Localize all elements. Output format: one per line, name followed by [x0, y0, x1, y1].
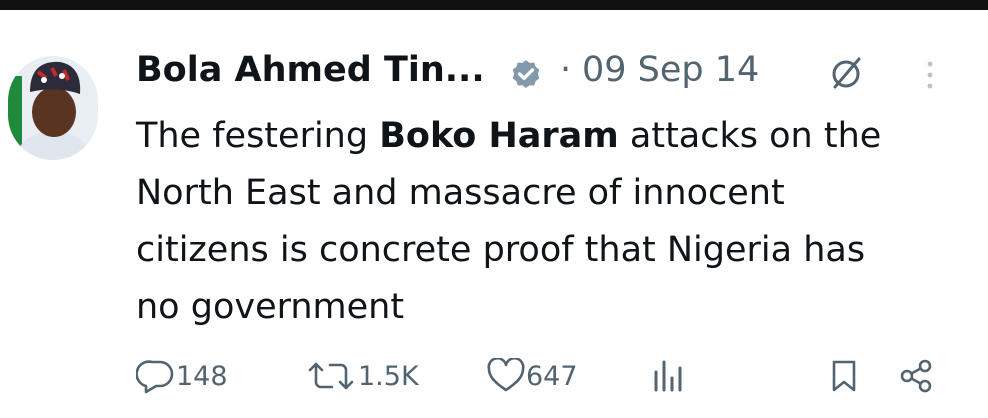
reply-icon — [136, 360, 174, 394]
tweet-line-4: no government — [136, 287, 405, 327]
like-button[interactable]: 647 — [486, 354, 578, 398]
tweet-line-2: North East and massacre of innocent — [136, 173, 785, 213]
views-icon — [654, 360, 682, 392]
verified-badge-icon — [512, 60, 540, 88]
bookmark-icon — [832, 360, 856, 392]
tweet-date[interactable]: 09 Sep 14 — [582, 50, 759, 90]
like-count: 647 — [526, 360, 578, 392]
avatar-image — [8, 56, 98, 160]
repost-icon — [308, 362, 354, 390]
action-bar: 148 1.5K 647 — [0, 354, 988, 398]
repost-count: 1.5K — [358, 360, 419, 392]
tweet-line-1: The festering Boko Haram attacks on the — [136, 108, 976, 165]
hashtag-highlight: Boko Haram — [379, 116, 619, 156]
tweet-text: The festering Boko Haram attacks on the … — [136, 108, 976, 336]
author-name[interactable]: Bola Ahmed Tin... — [136, 50, 485, 90]
repost-button[interactable]: 1.5K — [306, 354, 419, 398]
text-segment: The festering — [136, 116, 380, 156]
bookmark-button[interactable] — [826, 354, 862, 398]
top-edge-bar — [0, 0, 988, 10]
reply-count: 148 — [176, 360, 228, 392]
tweet-header: Bola Ahmed Tin... · 09 Sep 14 — [136, 48, 976, 98]
avatar[interactable] — [8, 56, 98, 160]
reply-button[interactable]: 148 — [136, 354, 228, 398]
views-button[interactable] — [648, 354, 688, 398]
grok-icon[interactable] — [826, 54, 866, 94]
more-icon[interactable] — [922, 58, 938, 92]
share-icon — [900, 359, 932, 393]
like-icon — [487, 358, 525, 392]
separator-dot: · — [560, 50, 572, 90]
text-segment: attacks on the — [618, 116, 882, 156]
tweet-line-3: citizens is concrete proof that Nigeria … — [136, 230, 866, 270]
share-button[interactable] — [896, 354, 936, 398]
